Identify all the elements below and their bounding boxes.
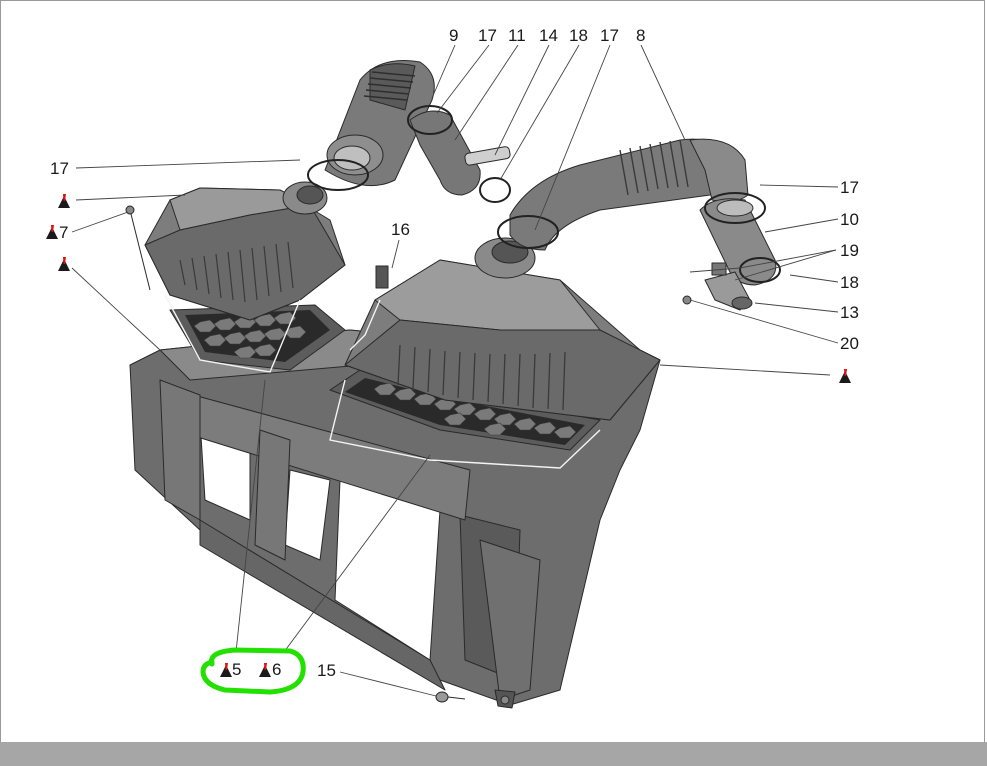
left-intake-duct: [307, 59, 511, 203]
bolt-15: [435, 691, 466, 703]
callout-17-top-a: 17: [478, 26, 497, 45]
bottom-status-bar: [0, 742, 987, 766]
callout-18-right: 18: [840, 273, 859, 292]
callout-8: 8: [636, 26, 645, 45]
callout-9: 9: [449, 26, 458, 45]
callout-19: 19: [840, 241, 859, 260]
callout-17-right: 17: [840, 178, 859, 197]
warning-icon: [58, 194, 70, 208]
warning-icon: [220, 663, 232, 677]
parts-diagram: 9 17 11 14 18 17 8 17 1 7 1 16 17 10 19 …: [46, 26, 859, 709]
right-intake-duct: [497, 138, 749, 251]
callout-14: 14: [539, 26, 558, 45]
warning-icon: [259, 663, 271, 677]
callout-15: 15: [317, 661, 336, 680]
warning-icon: [46, 225, 58, 239]
callout-5: 5: [232, 660, 241, 679]
callout-13: 13: [840, 303, 859, 322]
warning-icon: [58, 257, 70, 271]
maf-sensor-assembly: [682, 192, 781, 311]
callout-11: 11: [508, 26, 526, 45]
callout-10: 10: [840, 210, 859, 229]
callout-17-top-b: 17: [600, 26, 619, 45]
callout-16: 16: [391, 220, 410, 239]
callout-17-left: 17: [50, 159, 69, 178]
highlight-circle: [200, 647, 306, 695]
callout-18-top: 18: [569, 26, 588, 45]
callout-20: 20: [840, 334, 859, 353]
left-housing-cover: [125, 181, 346, 321]
callout-7: 7: [59, 223, 68, 242]
callout-6: 6: [272, 660, 281, 679]
warning-icon: [839, 369, 851, 383]
